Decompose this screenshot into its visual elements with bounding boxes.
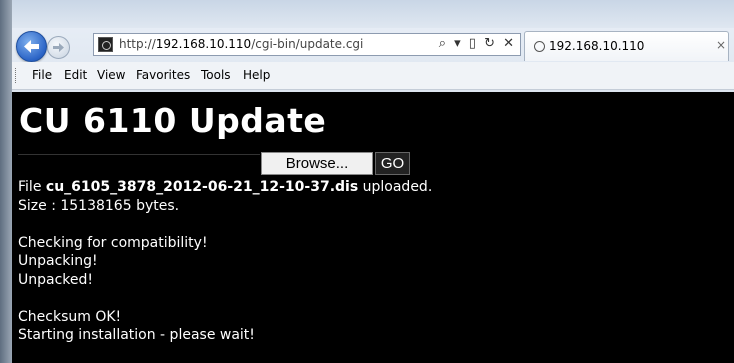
- address-controls[interactable]: ⌕ ▾ ▯ ↻ ✕: [439, 36, 516, 51]
- menu-file[interactable]: File: [32, 68, 52, 82]
- log-line: Starting installation - please wait!: [18, 327, 255, 343]
- menu-favorites[interactable]: Favorites: [136, 68, 190, 82]
- address-bar[interactable]: http://192.168.10.110/cgi-bin/update.cgi…: [93, 33, 521, 56]
- browse-button[interactable]: Browse...: [261, 152, 373, 175]
- go-button[interactable]: GO: [375, 152, 410, 175]
- browser-tab[interactable]: 192.168.10.110 ×: [524, 31, 729, 61]
- menu-help[interactable]: Help: [243, 68, 270, 82]
- toolbar-grip-icon: [15, 68, 19, 83]
- back-button[interactable]: [16, 31, 47, 62]
- update-log: File cu_6105_3878_2012-06-21_12-10-37.di…: [18, 178, 432, 345]
- menu-tools[interactable]: Tools: [201, 68, 231, 82]
- page-title: CU 6110 Update: [19, 101, 327, 140]
- page-content: CU 6110 Update Browse... GO File cu_6105…: [12, 92, 734, 363]
- menu-view[interactable]: View: [97, 68, 125, 82]
- window-title-area: [12, 0, 734, 28]
- uploaded-file-name: cu_6105_3878_2012-06-21_12-10-37.dis: [45, 179, 359, 195]
- log-line: Unpacking!: [18, 253, 98, 269]
- loading-icon: [534, 41, 545, 52]
- address-url[interactable]: http://192.168.10.110/cgi-bin/update.cgi: [119, 37, 363, 51]
- upload-status-line: File cu_6105_3878_2012-06-21_12-10-37.di…: [18, 179, 433, 195]
- close-tab-icon[interactable]: ×: [716, 38, 726, 52]
- log-line: Checksum OK!: [18, 308, 122, 325]
- window-left-border: [0, 0, 12, 363]
- arrow-left-icon: [24, 40, 39, 53]
- file-path-input[interactable]: [18, 154, 260, 176]
- site-favicon-icon: [98, 37, 113, 52]
- log-line: Size : 15138165 bytes.: [18, 197, 180, 214]
- menu-bar: File Edit View Favorites Tools Help: [12, 62, 734, 90]
- log-line: Unpacked!: [18, 271, 94, 288]
- menu-edit[interactable]: Edit: [64, 68, 87, 82]
- log-line: Checking for compatibility!: [18, 234, 208, 251]
- tab-title: 192.168.10.110: [549, 39, 645, 53]
- forward-button[interactable]: [47, 36, 70, 59]
- arrow-right-icon: [53, 43, 64, 52]
